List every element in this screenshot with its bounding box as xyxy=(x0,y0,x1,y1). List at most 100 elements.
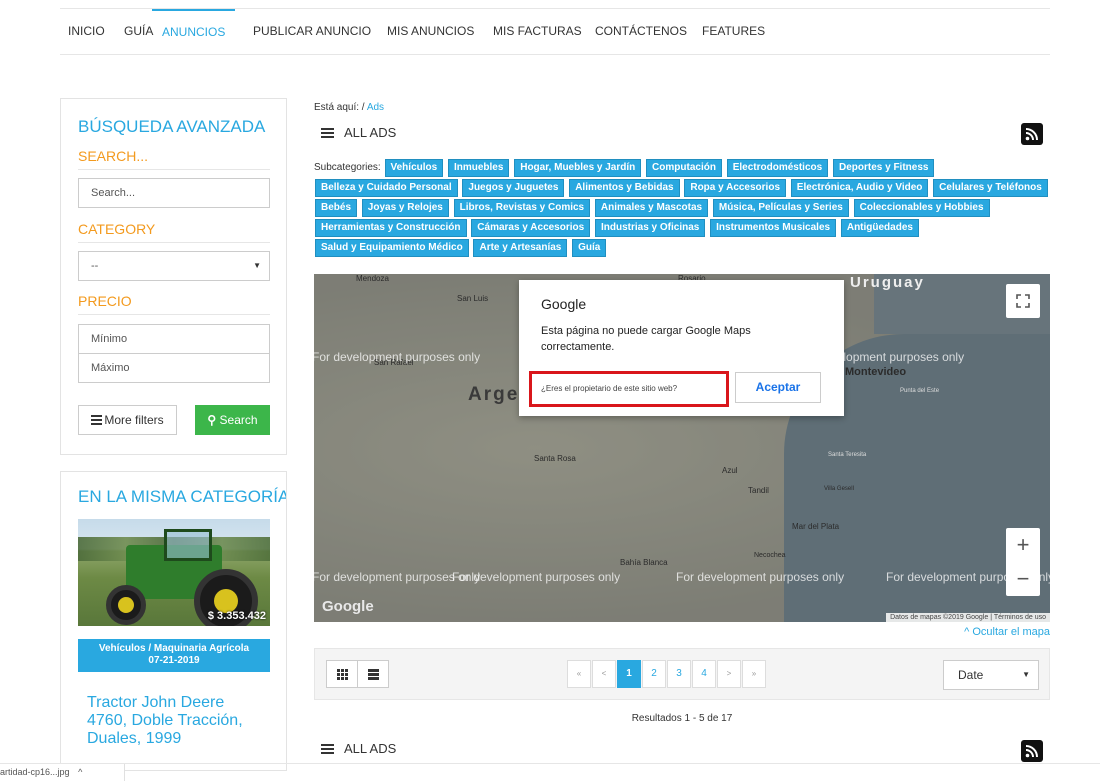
subcategory-chip[interactable]: Electrónica, Audio y Video xyxy=(790,179,929,197)
nav-inicio[interactable]: INICIO xyxy=(68,9,105,55)
subcategory-chip[interactable]: Alimentos y Bebidas xyxy=(569,179,680,197)
download-item[interactable]: artidad-cp16...jpg ^ xyxy=(0,764,125,781)
search-button[interactable]: ⚲ Search xyxy=(195,405,270,435)
nav-mis-facturas[interactable]: MIS FACTURAS xyxy=(493,9,582,55)
ad-category: Vehículos / Maquinaria Agrícola xyxy=(98,643,250,654)
nav-anuncios[interactable]: ANUNCIOS xyxy=(152,9,236,55)
site-owner-link[interactable]: ¿Eres el propietario de este sitio web? xyxy=(529,371,729,407)
subcategory-chip[interactable]: Deportes y Fitness xyxy=(832,159,935,177)
subcategory-chip[interactable]: Belleza y Cuidado Personal xyxy=(315,179,458,197)
subcategory-chip[interactable]: Industrias y Oficinas xyxy=(594,219,706,237)
accept-button[interactable]: Aceptar xyxy=(735,372,821,403)
nav-publicar-anuncio[interactable]: PUBLICAR ANUNCIO xyxy=(253,9,371,55)
zoom-out-button[interactable]: − xyxy=(1006,562,1040,596)
map-label: Azul xyxy=(722,466,738,475)
page-button[interactable]: 4 xyxy=(692,660,716,688)
sort-select[interactable]: Date ▼ xyxy=(943,660,1039,690)
ad-title-link[interactable]: Tractor John Deere 4760, Doble Tracción,… xyxy=(87,694,267,748)
category-label: CATEGORY xyxy=(78,221,156,237)
ad-price: $ 3.353.432 xyxy=(207,610,266,622)
subcategory-chip[interactable]: Vehículos xyxy=(384,159,444,177)
page-nav-button[interactable]: » xyxy=(742,660,766,688)
map[interactable]: Mendoza San Luis San Rafael Rosario Mont… xyxy=(314,274,1050,622)
subcategory-chip[interactable]: Antigüedades xyxy=(840,219,919,237)
map-attribution[interactable]: Datos de mapas ©2019 Google | Términos d… xyxy=(886,613,1050,622)
subcategories-label: Subcategories: xyxy=(314,162,381,173)
page-heading-text: ALL ADS xyxy=(344,125,397,140)
hide-map-link[interactable]: ^ Ocultar el mapa xyxy=(964,626,1050,638)
menu-icon xyxy=(321,128,334,138)
rss-icon[interactable] xyxy=(1021,123,1043,145)
nav-features[interactable]: FEATURES xyxy=(702,9,765,55)
map-country-label: Arge xyxy=(468,384,520,405)
subcategory-chip[interactable]: Ropa y Accesorios xyxy=(684,179,787,197)
subcategory-chip[interactable]: Salud y Equipamiento Médico xyxy=(315,239,469,257)
search-input[interactable] xyxy=(78,178,270,208)
list-icon xyxy=(368,669,379,680)
page-nav-button[interactable]: < xyxy=(592,660,616,688)
subcategories: Subcategories: Vehículos Inmuebles Hogar… xyxy=(314,159,1050,259)
chevron-up-icon[interactable]: ^ xyxy=(78,767,82,777)
subcategory-chip[interactable]: Música, Películas y Series xyxy=(712,199,849,217)
subcategory-chip[interactable]: Instrumentos Musicales xyxy=(710,219,837,237)
same-category-panel: EN LA MISMA CATEGORÍA $ 3.353.432 Vehícu… xyxy=(60,471,287,771)
list-view-button[interactable] xyxy=(357,660,389,688)
nav-contactenos[interactable]: CONTÁCTENOS xyxy=(595,9,687,55)
grid-icon xyxy=(337,669,348,680)
subcategory-chip[interactable]: Celulares y Teléfonos xyxy=(933,179,1048,197)
map-label: Santa Rosa xyxy=(534,454,576,463)
menu-icon xyxy=(321,744,334,754)
subcategory-chip[interactable]: Guía xyxy=(572,239,607,257)
page-heading-bottom-text: ALL ADS xyxy=(344,741,397,756)
zoom-in-button[interactable]: + xyxy=(1006,528,1040,562)
subcategory-chip[interactable]: Electrodomésticos xyxy=(726,159,829,177)
page-nav-button[interactable]: « xyxy=(567,660,591,688)
breadcrumb-ads-link[interactable]: Ads xyxy=(367,102,384,113)
google-logo: Google xyxy=(322,598,374,615)
subcategory-chip[interactable]: Computación xyxy=(646,159,722,177)
breadcrumb-prefix: Está aquí: / xyxy=(314,102,365,113)
subcategory-chip[interactable]: Coleccionables y Hobbies xyxy=(853,199,990,217)
more-filters-button[interactable]: More filters xyxy=(78,405,177,435)
subcategory-chip[interactable]: Hogar, Muebles y Jardín xyxy=(514,159,642,177)
subcategory-chip[interactable]: Juegos y Juguetes xyxy=(462,179,565,197)
price-max-input[interactable] xyxy=(78,353,270,383)
list-icon xyxy=(91,415,103,425)
price-min-input[interactable] xyxy=(78,324,270,354)
dev-watermark: For development purposes only xyxy=(676,570,845,584)
rss-icon[interactable] xyxy=(1021,740,1043,762)
subcategory-chip[interactable]: Arte y Artesanías xyxy=(473,239,568,257)
maps-error-dialog: Google Esta página no puede cargar Googl… xyxy=(519,280,844,416)
nav-mis-anuncios[interactable]: MIS ANUNCIOS xyxy=(387,9,474,55)
fullscreen-button[interactable] xyxy=(1006,284,1040,318)
subcategory-chip[interactable]: Joyas y Relojes xyxy=(361,199,449,217)
ad-category-bar: Vehículos / Maquinaria Agrícola 07-21-20… xyxy=(78,639,270,672)
grid-view-button[interactable] xyxy=(326,660,358,688)
results-count: Resultados 1 - 5 de 17 xyxy=(631,713,733,724)
category-select[interactable]: -- ▼ xyxy=(78,251,270,281)
page-button[interactable]: 2 xyxy=(642,660,666,688)
map-label: Mendoza xyxy=(356,274,389,283)
ad-thumbnail[interactable]: $ 3.353.432 xyxy=(78,519,270,626)
dev-watermark: For development purposes only xyxy=(314,350,481,364)
caret-down-icon: ▼ xyxy=(1022,670,1030,679)
subcategory-chip[interactable]: Inmuebles xyxy=(447,159,510,177)
page-button[interactable]: 3 xyxy=(667,660,691,688)
map-label: Tandil xyxy=(748,486,769,495)
breadcrumb: Está aquí: / Ads xyxy=(314,102,384,113)
page-nav-button[interactable]: > xyxy=(717,660,741,688)
sort-select-value: Date xyxy=(958,668,984,682)
subcategory-chip[interactable]: Cámaras y Accesorios xyxy=(471,219,591,237)
subcategory-chip[interactable]: Animales y Mascotas xyxy=(594,199,709,217)
subcategory-chip[interactable]: Herramientas y Construcción xyxy=(315,219,467,237)
map-label: Santa Teresita xyxy=(828,452,867,458)
page-button[interactable]: 1 xyxy=(617,660,641,688)
subcategory-chip[interactable]: Bebés xyxy=(315,199,358,217)
subcategory-chip[interactable]: Libros, Revistas y Comics xyxy=(453,199,591,217)
map-label: San Luis xyxy=(457,294,489,303)
pagination: «<1 2 3 4 >» xyxy=(567,660,767,688)
dialog-title: Google xyxy=(541,296,587,312)
nav-guia[interactable]: GUÍA xyxy=(124,9,153,55)
search-button-label: Search xyxy=(219,413,258,427)
price-label: PRECIO xyxy=(78,293,132,309)
